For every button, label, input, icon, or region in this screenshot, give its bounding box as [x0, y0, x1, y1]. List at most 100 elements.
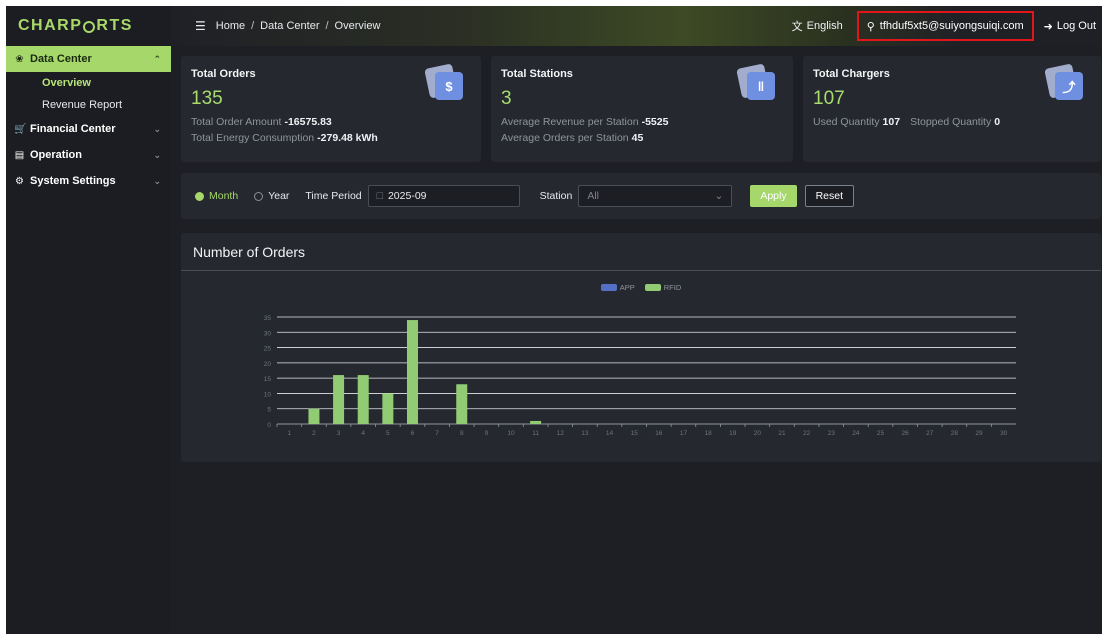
total-chargers-card: Total Chargers 107 Used Quantity 107 Stopp… [803, 56, 1101, 162]
card-line: Average Orders per Station 45 [501, 132, 644, 144]
x-tick-label: 10 [507, 430, 515, 437]
app-window: CHARP RTS ❀ Data Center ⌃ Overview Revenue… [6, 6, 1102, 634]
logo-text-start: CHARP [18, 17, 83, 34]
sidebar-item-label: Data Center [30, 53, 92, 65]
year-radio[interactable]: Year [254, 190, 289, 202]
x-tick-label: 8 [460, 430, 464, 437]
card-line: Average Revenue per Station -5525 [501, 116, 669, 128]
bar-rfid-6 [406, 320, 418, 424]
cart-icon: 🛒 [14, 123, 27, 135]
x-tick-label: 3 [337, 430, 341, 437]
chevron-down-icon: ⌄ [153, 123, 161, 134]
chevron-down-icon: ⌄ [153, 175, 161, 186]
time-period-value: 2025-09 [387, 190, 427, 202]
y-tick-label: 0 [267, 422, 271, 429]
x-tick-label: 15 [631, 430, 639, 437]
calendar-icon: □ [376, 190, 383, 202]
user-icon: ⚲ [866, 20, 875, 33]
sidebar-menu: ❀ Data Center ⌃ Overview Revenue Report 🛒… [6, 46, 171, 194]
total-orders-card: Total Orders 135 Total Order Amount -1657… [181, 56, 481, 162]
dollar-icon: $ [424, 63, 463, 100]
x-tick-label: 26 [902, 430, 910, 437]
breadcrumb-home[interactable]: Home [216, 20, 245, 32]
monitor-icon: ▤ [14, 149, 25, 161]
station-select[interactable]: All ⌄ [578, 185, 733, 207]
bar-rfid-11 [530, 420, 542, 424]
logo-text-end: RTS [96, 17, 133, 34]
month-radio[interactable]: Month [195, 190, 238, 202]
sidebar-subitem-label: Revenue Report [42, 99, 123, 111]
x-tick-label: 12 [557, 430, 565, 437]
card-line: Total Order Amount -16575.83 [191, 116, 332, 128]
sidebar-item-financial-center[interactable]: 🛒 Financial Center ⌄ [6, 116, 171, 142]
x-tick-label: 25 [877, 430, 885, 437]
sidebar-subitem-revenue-report[interactable]: Revenue Report [6, 94, 171, 116]
user-account[interactable]: ⚲ tfhduf5xt5@suiyongsuiqi.com [856, 11, 1034, 41]
gear-icon: ⚙ [15, 175, 24, 187]
header-actions: 文 English ⚲ tfhduf5xt5@suiyongsuiqi.com … [792, 6, 1102, 46]
sidebar-item-operation[interactable]: ▤ Operation ⌄ [6, 142, 171, 168]
logout-icon: ➜ [1043, 20, 1053, 33]
x-tick-label: 13 [581, 430, 589, 437]
breadcrumb: ☰ Home / Data Center / Overview [195, 19, 381, 33]
logo[interactable]: CHARP RTS [6, 6, 171, 46]
reset-button[interactable]: Reset [804, 185, 855, 207]
card-line: Total Energy Consumption -279.48 kWh [191, 132, 378, 144]
y-tick-label: 5 [267, 407, 271, 414]
chevron-up-icon: ⌃ [153, 53, 161, 64]
x-tick-label: 2 [312, 430, 316, 437]
language-selector[interactable]: 文 English [792, 18, 843, 34]
logout-button[interactable]: ➜ Log Out [1044, 20, 1096, 33]
x-tick-label: 28 [951, 430, 959, 437]
sidebar-item-system-settings[interactable]: ⚙ System Settings ⌄ [6, 168, 171, 194]
x-tick-label: 5 [386, 430, 390, 437]
logo-o-icon [83, 21, 96, 33]
x-tick-label: 21 [778, 430, 786, 437]
orders-chart-panel: Number of Orders APP RFID 0 5 10 15 20 25 30 35… [181, 233, 1101, 462]
language-label: English [806, 20, 843, 32]
x-tick-label: 22 [803, 430, 811, 437]
bar-rfid-5 [382, 393, 394, 424]
breadcrumb-overview: Overview [334, 20, 381, 32]
menu-toggle-icon[interactable]: ☰ [195, 19, 206, 33]
sidebar-subitem-overview[interactable]: Overview [6, 72, 171, 94]
sidebar-item-data-center[interactable]: ❀ Data Center ⌃ [6, 46, 171, 72]
bar-rfid-4 [357, 375, 369, 424]
x-tick-label: 1 [288, 430, 292, 437]
x-tick-label: 30 [1000, 430, 1008, 437]
x-tick-label: 29 [975, 430, 983, 437]
x-tick-label: 16 [655, 430, 663, 437]
x-tick-label: 18 [704, 430, 712, 437]
x-tick-label: 17 [680, 430, 688, 437]
x-tick-label: 6 [411, 430, 415, 437]
sidebar: CHARP RTS ❀ Data Center ⌃ Overview Revenue… [6, 6, 171, 634]
y-tick-label: 35 [264, 315, 272, 322]
sidebar-item-label: System Settings [30, 175, 116, 187]
total-stations-card: Total Stations 3 Average Revenue per Sta… [491, 56, 793, 162]
x-tick-label: 4 [361, 430, 365, 437]
bar-rfid-3 [333, 375, 345, 424]
bar-chart-icon: ‖ [736, 63, 775, 100]
chevron-down-icon: ⌄ [153, 149, 161, 160]
station-placeholder: All [587, 190, 599, 202]
time-period-label: Time Period [305, 190, 362, 202]
y-tick-label: 20 [264, 361, 272, 368]
x-tick-label: 23 [828, 430, 836, 437]
breadcrumb-data-center[interactable]: Data Center [260, 20, 319, 32]
x-tick-label: 14 [606, 430, 614, 437]
sidebar-item-label: Operation [30, 149, 82, 161]
translate-icon: 文 [791, 21, 803, 33]
user-email: tfhduf5xt5@suiyongsuiqi.com [879, 20, 1024, 32]
card-line: Used Quantity 107 Stopped Quantity 0 [813, 116, 1001, 128]
y-tick-label: 25 [264, 346, 272, 353]
apply-button[interactable]: Apply [750, 185, 797, 207]
lightning-icon: ⤴ [1044, 63, 1083, 100]
station-label: Station [539, 190, 573, 202]
sidebar-item-label: Financial Center [30, 123, 116, 135]
chevron-down-icon: ⌄ [714, 190, 724, 202]
x-tick-label: 27 [926, 430, 934, 437]
top-header: ☰ Home / Data Center / Overview 文 Englis… [171, 6, 1102, 46]
y-tick-label: 30 [264, 330, 272, 337]
dashboard-icon: ❀ [15, 53, 24, 65]
time-period-picker[interactable]: □ 2025-09 [367, 185, 520, 207]
